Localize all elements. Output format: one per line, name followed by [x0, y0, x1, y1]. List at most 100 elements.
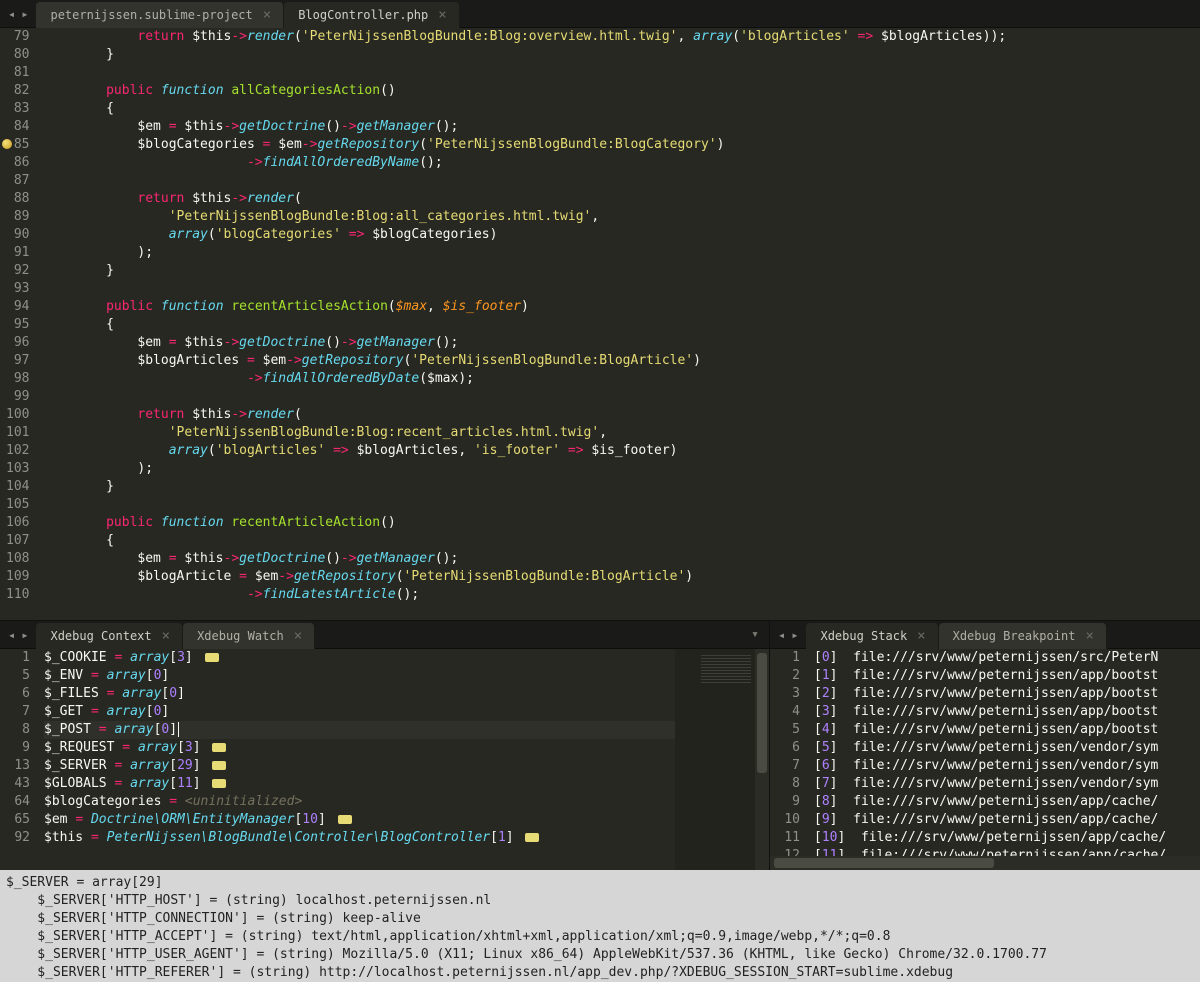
code-line[interactable]: $blogArticles = $em->getRepository('Pete… — [43, 352, 1200, 370]
stack-frame[interactable]: [11] file:///srv/www/peternijssen/app/ca… — [814, 847, 1200, 856]
file-tab[interactable]: peternijssen.sublime-project × — [36, 2, 284, 28]
nav-forward-icon[interactable]: ▸ — [21, 628, 28, 642]
tab-label: Xdebug Watch — [197, 629, 284, 643]
xdebug-stack-panel: ◂ ▸ Xdebug Stack × Xdebug Breakpoint × 1234… — [770, 621, 1200, 870]
main-tabbar: ◂ ▸ peternijssen.sublime-project×BlogCon… — [0, 0, 1200, 28]
context-line[interactable]: $_FILES = array[0] — [44, 685, 675, 703]
console-output[interactable]: $_SERVER = array[29] $_SERVER['HTTP_HOST… — [0, 870, 1200, 982]
xdebug-tab[interactable]: Xdebug Stack × — [806, 623, 938, 649]
nav-forward-icon[interactable]: ▸ — [21, 7, 28, 21]
stack-scrollbar-horizontal[interactable] — [770, 856, 1200, 870]
code-line[interactable]: 'PeterNijssenBlogBundle:Blog:recent_arti… — [43, 424, 1200, 442]
main-gutter: 7980818283848586878889909192939495969798… — [0, 28, 39, 620]
bottom-panels: ◂ ▸ Xdebug Context × Xdebug Watch × ▾ 15678… — [0, 620, 1200, 870]
close-icon[interactable]: × — [263, 7, 271, 23]
nav-forward-icon[interactable]: ▸ — [791, 628, 798, 642]
code-line[interactable]: ->findAllOrderedByName(); — [43, 154, 1200, 172]
context-gutter: 1567891343646592 — [0, 649, 40, 870]
context-line[interactable]: $blogCategories = <uninitialized> — [44, 793, 675, 811]
context-code[interactable]: $_COOKIE = array[3] $_ENV = array[0]$_FI… — [40, 649, 675, 870]
stack-gutter: 123456789101112 — [770, 649, 810, 856]
context-line[interactable]: $this = PeterNijssen\BlogBundle\Controll… — [44, 829, 675, 847]
tab-label: Xdebug Breakpoint — [953, 629, 1076, 643]
code-line[interactable]: $em = $this->getDoctrine()->getManager()… — [43, 118, 1200, 136]
code-line[interactable]: } — [43, 262, 1200, 280]
code-line[interactable]: $em = $this->getDoctrine()->getManager()… — [43, 334, 1200, 352]
stack-code[interactable]: [0] file:///srv/www/peternijssen/src/Pet… — [810, 649, 1200, 856]
close-icon[interactable]: × — [1085, 628, 1093, 644]
code-line[interactable]: } — [43, 46, 1200, 64]
code-line[interactable] — [43, 280, 1200, 298]
code-line[interactable] — [43, 388, 1200, 406]
code-line[interactable] — [43, 496, 1200, 514]
tabbar-dropdown-icon[interactable]: ▾ — [741, 627, 769, 642]
stack-frame[interactable]: [3] file:///srv/www/peternijssen/app/boo… — [814, 703, 1200, 721]
code-line[interactable]: ); — [43, 244, 1200, 262]
code-line[interactable] — [43, 64, 1200, 82]
code-line[interactable]: { — [43, 316, 1200, 334]
context-line[interactable]: $_COOKIE = array[3] — [44, 649, 675, 667]
stack-frame[interactable]: [8] file:///srv/www/peternijssen/app/cac… — [814, 793, 1200, 811]
context-line[interactable]: $_ENV = array[0] — [44, 667, 675, 685]
code-line[interactable]: array('blogArticles' => $blogArticles, '… — [43, 442, 1200, 460]
code-line[interactable]: ->findAllOrderedByDate($max); — [43, 370, 1200, 388]
close-icon[interactable]: × — [162, 628, 170, 644]
code-line[interactable]: ->findLatestArticle(); — [43, 586, 1200, 604]
close-icon[interactable]: × — [917, 628, 925, 644]
code-line[interactable]: return $this->render( — [43, 190, 1200, 208]
stack-frame[interactable]: [9] file:///srv/www/peternijssen/app/cac… — [814, 811, 1200, 829]
main-code[interactable]: return $this->render('PeterNijssenBlogBu… — [39, 28, 1200, 620]
nav-arrows: ◂ ▸ — [0, 7, 36, 21]
code-line[interactable]: $blogArticle = $em->getRepository('Peter… — [43, 568, 1200, 586]
stack-frame[interactable]: [7] file:///srv/www/peternijssen/vendor/… — [814, 775, 1200, 793]
nav-arrows-right: ◂ ▸ — [770, 628, 806, 642]
code-line[interactable]: return $this->render( — [43, 406, 1200, 424]
stack-frame[interactable]: [6] file:///srv/www/peternijssen/vendor/… — [814, 757, 1200, 775]
context-line[interactable]: $GLOBALS = array[11] — [44, 775, 675, 793]
close-icon[interactable]: × — [438, 7, 446, 23]
code-line[interactable]: { — [43, 532, 1200, 550]
stack-frame[interactable]: [1] file:///srv/www/peternijssen/app/boo… — [814, 667, 1200, 685]
code-line[interactable]: $blogCategories = $em->getRepository('Pe… — [43, 136, 1200, 154]
code-line[interactable]: 'PeterNijssenBlogBundle:Blog:all_categor… — [43, 208, 1200, 226]
context-line[interactable]: $_POST = array[0] — [44, 721, 675, 739]
context-line[interactable]: $_GET = array[0] — [44, 703, 675, 721]
code-line[interactable]: } — [43, 478, 1200, 496]
close-icon[interactable]: × — [294, 628, 302, 644]
code-line[interactable]: array('blogCategories' => $blogCategorie… — [43, 226, 1200, 244]
code-line[interactable]: public function recentArticleAction() — [43, 514, 1200, 532]
stack-frame[interactable]: [2] file:///srv/www/peternijssen/app/boo… — [814, 685, 1200, 703]
xdebug-context-panel: ◂ ▸ Xdebug Context × Xdebug Watch × ▾ 15678… — [0, 621, 770, 870]
xdebug-tab[interactable]: Xdebug Context × — [36, 623, 183, 649]
nav-back-icon[interactable]: ◂ — [8, 7, 15, 21]
stack-frame[interactable]: [5] file:///srv/www/peternijssen/vendor/… — [814, 739, 1200, 757]
code-line[interactable] — [43, 172, 1200, 190]
nav-back-icon[interactable]: ◂ — [778, 628, 785, 642]
tab-label: Xdebug Stack — [820, 629, 907, 643]
tab-label: BlogController.php — [298, 8, 428, 22]
file-tab[interactable]: BlogController.php × — [284, 2, 459, 28]
code-line[interactable]: $em = $this->getDoctrine()->getManager()… — [43, 550, 1200, 568]
code-line[interactable]: { — [43, 100, 1200, 118]
minimap[interactable] — [675, 649, 755, 870]
nav-back-icon[interactable]: ◂ — [8, 628, 15, 642]
code-line[interactable]: public function recentArticlesAction($ma… — [43, 298, 1200, 316]
stack-frame[interactable]: [10] file:///srv/www/peternijssen/app/ca… — [814, 829, 1200, 847]
context-scrollbar-vertical[interactable] — [755, 649, 769, 870]
code-line[interactable]: ); — [43, 460, 1200, 478]
context-line[interactable]: $em = Doctrine\ORM\EntityManager[10] — [44, 811, 675, 829]
context-line[interactable]: $_REQUEST = array[3] — [44, 739, 675, 757]
context-line[interactable]: $_SERVER = array[29] — [44, 757, 675, 775]
xdebug-tab[interactable]: Xdebug Watch × — [183, 623, 315, 649]
code-line[interactable]: return $this->render('PeterNijssenBlogBu… — [43, 28, 1200, 46]
main-editor[interactable]: 7980818283848586878889909192939495969798… — [0, 28, 1200, 620]
code-line[interactable]: public function allCategoriesAction() — [43, 82, 1200, 100]
tab-label: peternijssen.sublime-project — [50, 8, 252, 22]
xdebug-tab[interactable]: Xdebug Breakpoint × — [939, 623, 1107, 649]
stack-frame[interactable]: [4] file:///srv/www/peternijssen/app/boo… — [814, 721, 1200, 739]
tab-label: Xdebug Context — [50, 629, 151, 643]
breakpoint-marker-icon[interactable] — [2, 139, 12, 149]
stack-frame[interactable]: [0] file:///srv/www/peternijssen/src/Pet… — [814, 649, 1200, 667]
right-panel-tabbar: ◂ ▸ Xdebug Stack × Xdebug Breakpoint × — [770, 621, 1200, 649]
nav-arrows-left: ◂ ▸ — [0, 628, 36, 642]
